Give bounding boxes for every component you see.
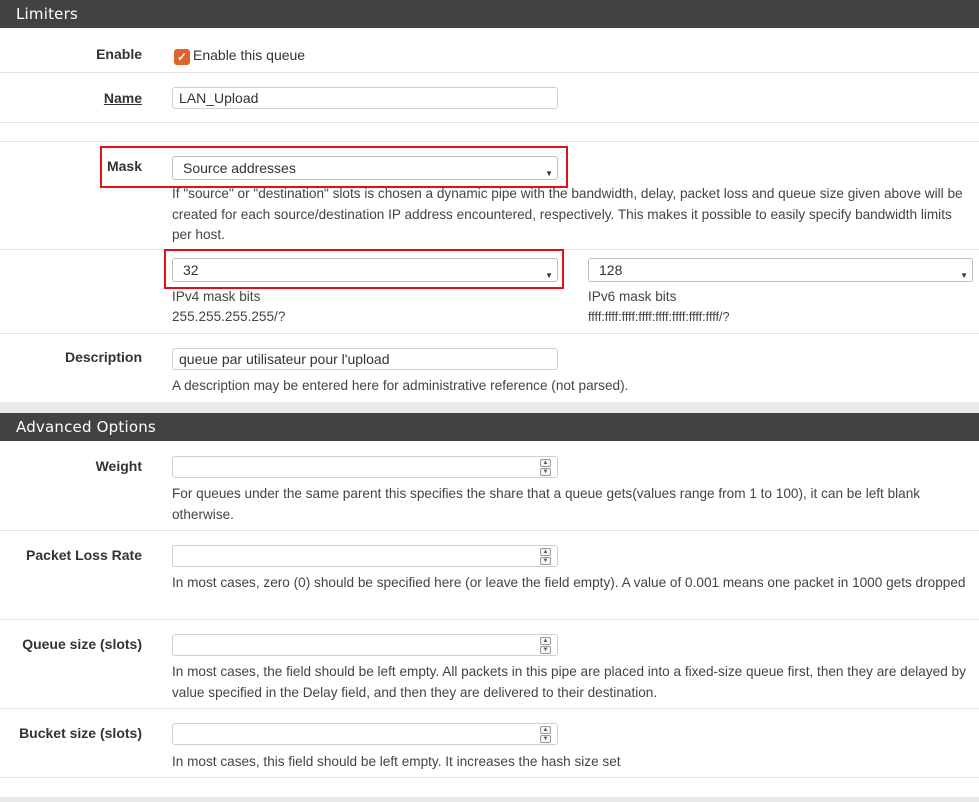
enable-row: Enable [0,28,979,73]
spin-up-icon[interactable]: ▲ [540,548,551,556]
ipv6-mask-hint: ffff:ffff:ffff:ffff:ffff:ffff:ffff:ffff/… [588,310,730,324]
ipv6-select-caret-icon: ▼ [960,271,968,280]
spacer-row [0,123,979,142]
description-label: Description [64,349,142,365]
name-label: Name [0,90,142,106]
spin-up-icon[interactable]: ▲ [540,637,551,645]
description-help-text: A description may be entered here for ad… [172,378,629,393]
enable-label: Enable [96,46,142,62]
mask-highlight-box [100,146,568,188]
description-input[interactable]: queue par utilisateur pour l'upload [172,348,558,370]
spin-down-icon[interactable]: ▼ [540,468,551,476]
queue-size-help-text: In most cases, the field should be left … [172,664,966,700]
weight-spinner[interactable]: ▲ ▼ [540,459,551,476]
spin-down-icon[interactable]: ▼ [540,646,551,654]
weight-help-text: For queues under the same parent this sp… [172,486,921,522]
name-input[interactable]: LAN_Upload [172,87,558,109]
bucket-size-input[interactable]: ▲ ▼ [172,723,558,745]
queue-size-input[interactable]: ▲ ▼ [172,634,558,656]
ipv4-highlight-box [164,249,564,289]
packet-loss-spinner[interactable]: ▲ ▼ [540,548,551,565]
limiters-heading: Limiters [0,0,979,28]
bucket-size-help-text: In most cases, this field should be left… [172,754,621,769]
bucket-size-spinner[interactable]: ▲ ▼ [540,726,551,743]
enable-checkbox[interactable]: ✓ [174,49,190,65]
weight-label: Weight [95,458,142,474]
ipv6-mask-label: IPv6 mask bits [588,289,677,304]
ipv6-mask-value: 128 [599,262,623,278]
name-label-text: Name [103,90,142,106]
ipv6-mask-select[interactable]: 128 ▼ [588,258,973,282]
packet-loss-label: Packet Loss Rate [26,547,142,563]
spin-up-icon[interactable]: ▲ [540,459,551,467]
queue-size-label: Queue size (slots) [22,636,142,652]
bucket-size-label: Bucket size (slots) [19,725,142,741]
queue-size-spinner[interactable]: ▲ ▼ [540,637,551,654]
packet-loss-input[interactable]: ▲ ▼ [172,545,558,567]
weight-input[interactable]: ▲ ▼ [172,456,558,478]
spin-down-icon[interactable]: ▼ [540,557,551,565]
packet-loss-help-text: In most cases, zero (0) should be specif… [172,575,966,590]
limiters-panel: Limiters Enable ✓ Enable this queue Name… [0,0,979,402]
spin-down-icon[interactable]: ▼ [540,735,551,743]
enable-checkbox-label[interactable]: Enable this queue [193,45,305,65]
mask-help-text: If "source" or "destination" slots is ch… [172,186,963,242]
ipv4-mask-label: IPv4 mask bits [172,289,261,304]
advanced-options-heading: Advanced Options [0,413,979,441]
spin-up-icon[interactable]: ▲ [540,726,551,734]
ipv4-mask-hint: 255.255.255.255/? [172,309,286,324]
